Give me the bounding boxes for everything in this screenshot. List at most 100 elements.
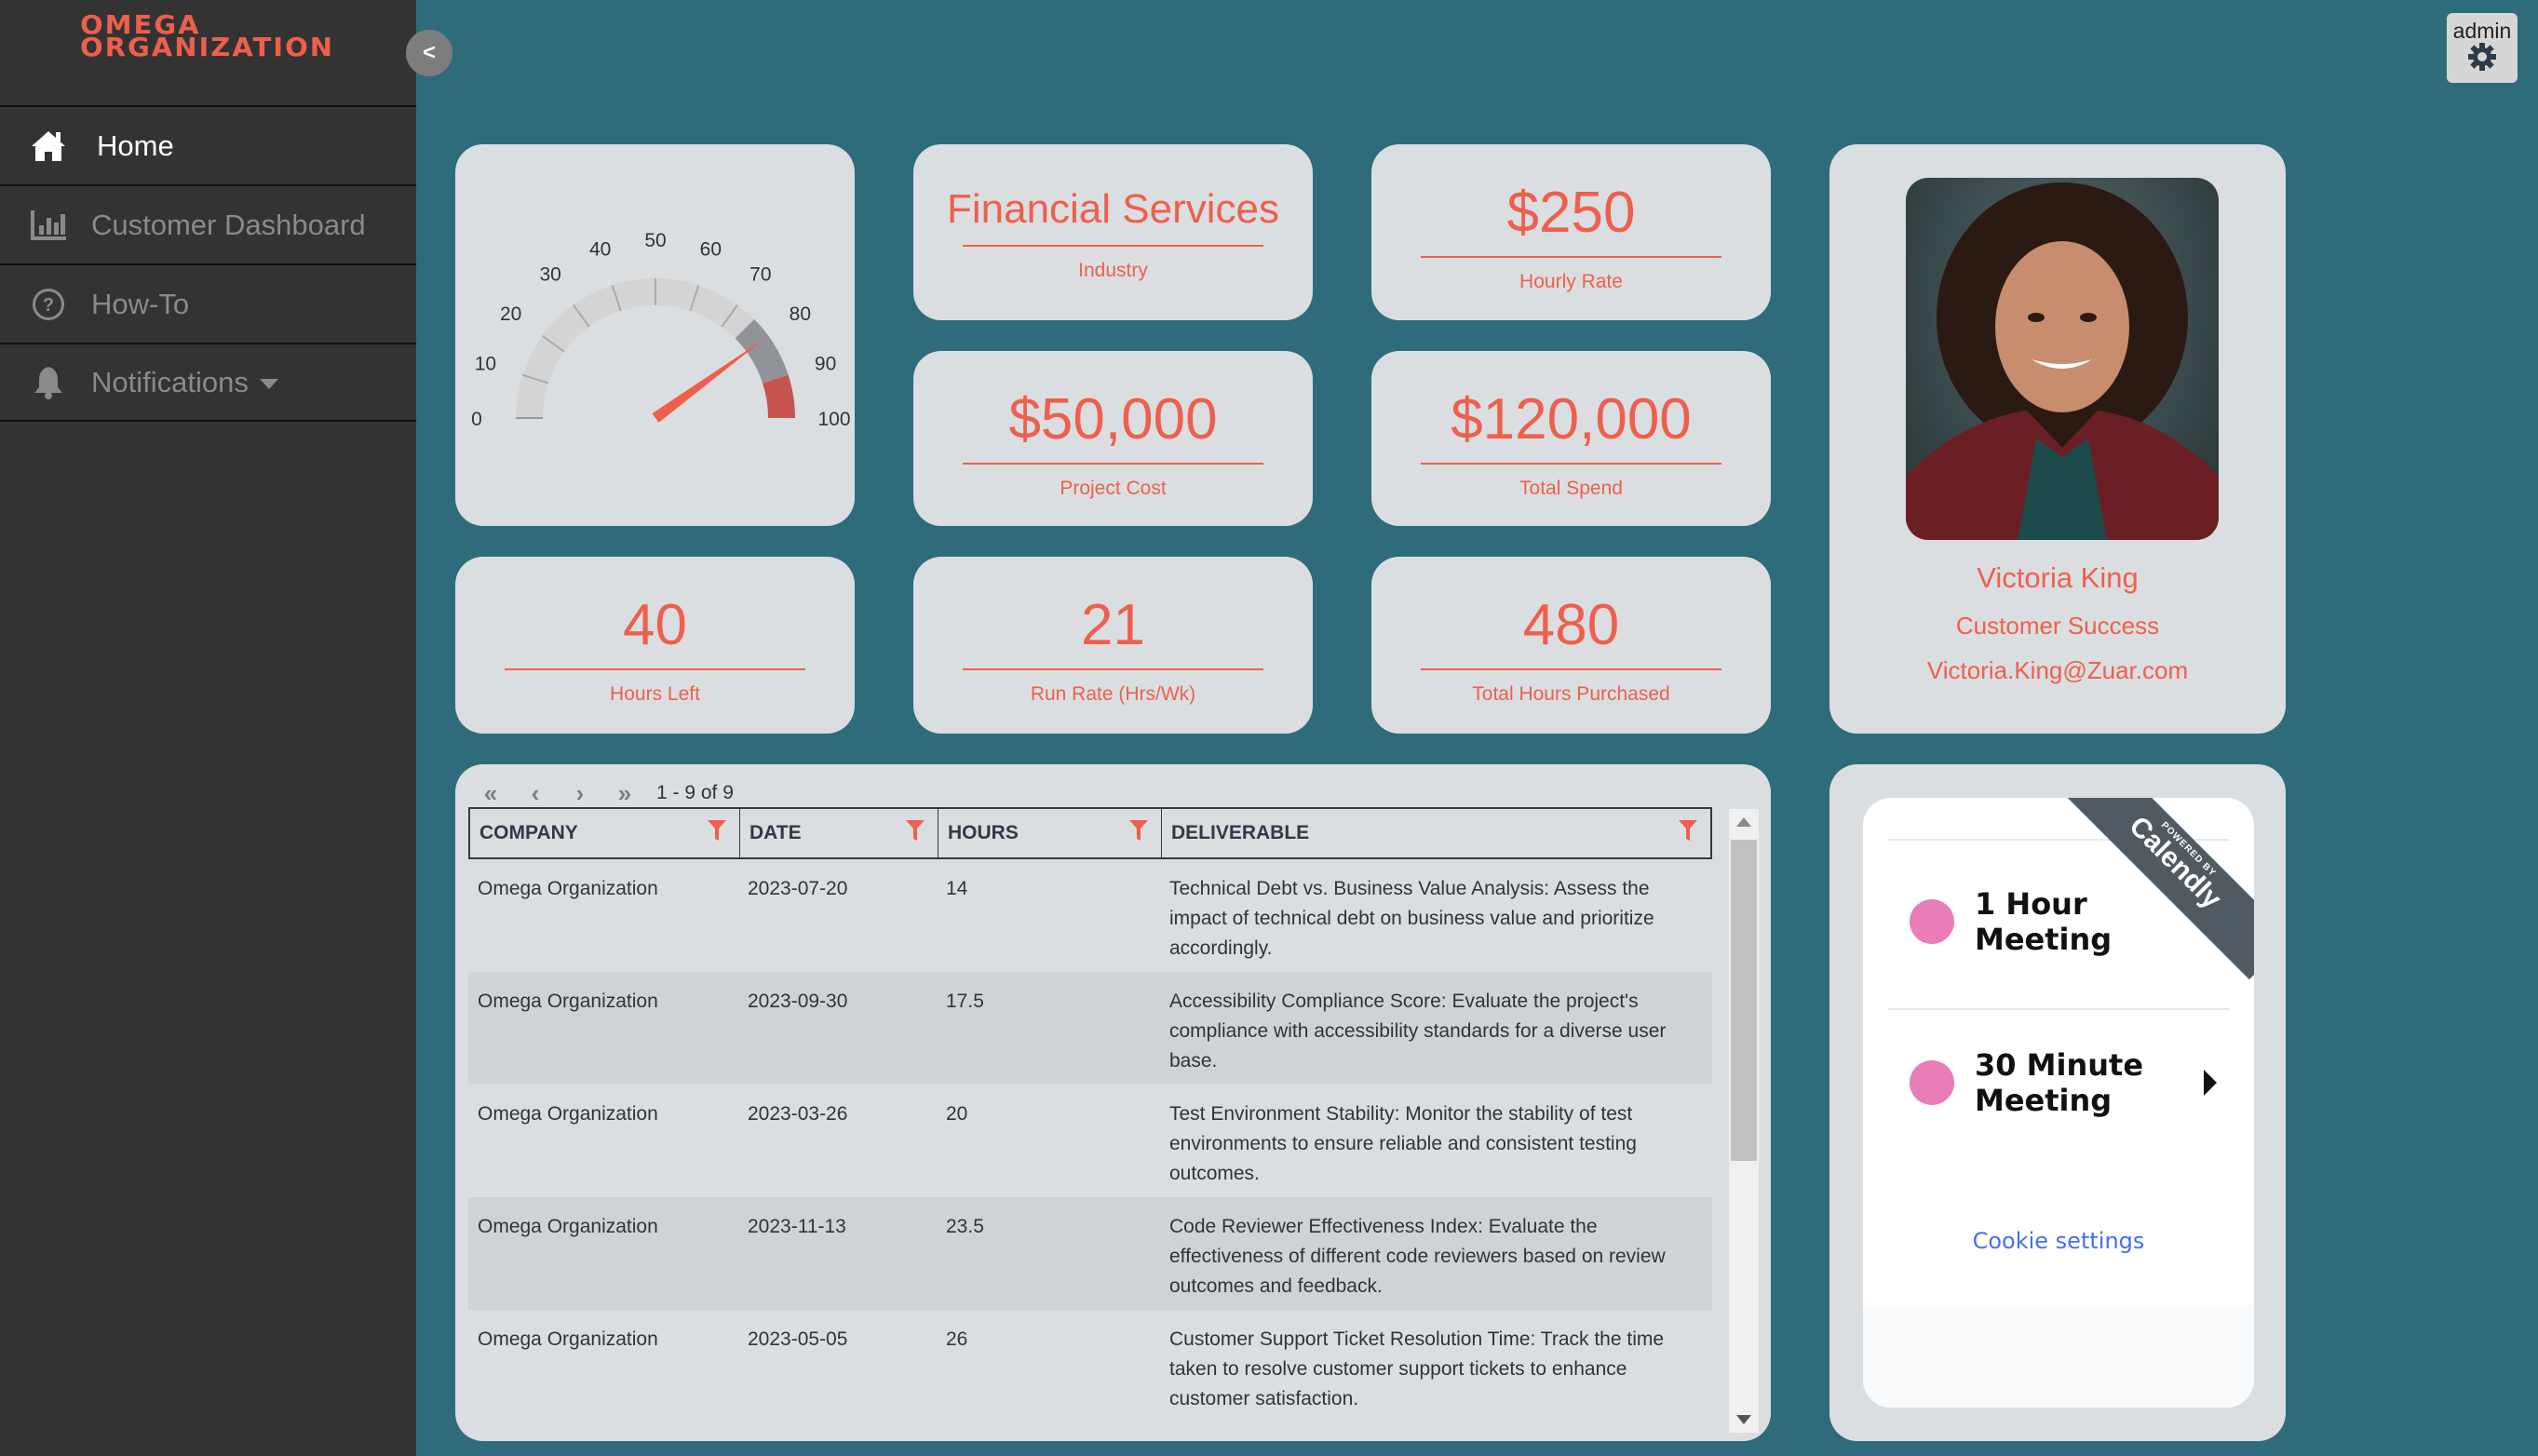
cell-company: Omega Organization <box>478 991 658 1012</box>
kpi-total-hours-card: 480 Total Hours Purchased <box>1371 557 1771 734</box>
event-label: 1 Hour Meeting <box>1975 886 2113 957</box>
profile-email[interactable]: Victoria.King@Zuar.com <box>1829 656 2286 685</box>
kpi-total-spend-caption: Total Spend <box>1519 478 1623 499</box>
cell-deliverable: Customer Support Ticket Resolution Time:… <box>1169 1328 1665 1409</box>
kpi-industry-caption: Industry <box>1078 260 1148 281</box>
cell-company: Omega Organization <box>478 878 658 899</box>
cell-deliverable: Technical Debt vs. Business Value Analys… <box>1169 878 1654 959</box>
filter-icon[interactable] <box>708 820 726 846</box>
cell-deliverable: Test Environment Stability: Monitor the … <box>1169 1103 1637 1184</box>
scroll-down-button[interactable] <box>1729 1407 1759 1433</box>
gauge-tick-label: 10 <box>475 354 496 375</box>
table-row[interactable]: Omega Organization 2023-11-13 23.5 Code … <box>468 1197 1712 1310</box>
table-row[interactable]: Omega Organization 2023-09-30 17.5 Acces… <box>468 972 1712 1085</box>
sidebar-item-how-to[interactable]: ? How-To <box>0 263 416 343</box>
column-header-company[interactable]: COMPANY <box>470 809 740 857</box>
last-page-button[interactable]: » <box>602 779 647 808</box>
kpi-run-rate-value: 21 <box>1081 593 1145 657</box>
kpi-project-cost-card: $50,000 Project Cost <box>913 351 1313 526</box>
table-row[interactable]: Omega Organization 2023-05-05 26 Custome… <box>468 1310 1712 1422</box>
profile-name: Victoria King <box>1977 561 2139 594</box>
admin-label: admin <box>2452 19 2512 43</box>
column-header-deliverable[interactable]: DELIVERABLE <box>1162 809 1710 857</box>
kpi-total-spend-value: $120,000 <box>1451 387 1692 452</box>
kpi-run-rate-caption: Run Rate (Hrs/Wk) <box>1030 683 1196 705</box>
event-color-dot <box>1910 1060 1954 1105</box>
filter-icon[interactable] <box>906 820 925 846</box>
sidebar-item-notifications[interactable]: Notifications <box>0 343 416 422</box>
table-scrollbar[interactable] <box>1729 809 1759 1433</box>
deliverables-table-card: « ‹ › » 1 - 9 of 9 COMPANY DATE HOURS DE… <box>455 764 1771 1441</box>
sidebar-item-home[interactable]: Home <box>0 105 416 184</box>
gauge-tick-label: 90 <box>815 354 836 375</box>
gauge-tick-label: 60 <box>700 238 722 260</box>
cell-deliverable: Accessibility Compliance Score: Evaluate… <box>1169 991 1667 1072</box>
kpi-hourly-rate-caption: Hourly Rate <box>1519 271 1623 292</box>
scrollbar-thumb[interactable] <box>1731 840 1757 1161</box>
kpi-industry-card: Financial Services Industry <box>913 144 1313 320</box>
filter-icon[interactable] <box>1129 820 1148 846</box>
chevron-down-icon <box>259 378 278 389</box>
kpi-total-hours-caption: Total Hours Purchased <box>1472 683 1670 705</box>
admin-settings-button[interactable]: admin <box>2447 13 2518 83</box>
cell-date: 2023-03-26 <box>748 1103 848 1125</box>
sidebar-item-label: Home <box>97 128 174 162</box>
kpi-hours-left-value: 40 <box>623 593 687 657</box>
next-page-button[interactable]: › <box>558 779 602 808</box>
kpi-hourly-rate-value: $250 <box>1506 181 1636 245</box>
home-icon <box>30 129 67 163</box>
profile-card: Victoria King Customer Success Victoria.… <box>1829 144 2286 734</box>
column-label: HOURS <box>948 822 1019 843</box>
sidebar-collapse-button[interactable]: < <box>406 30 452 76</box>
divider <box>1888 1008 2229 1010</box>
kpi-total-hours-value: 480 <box>1522 593 1620 657</box>
svg-text:?: ? <box>43 295 54 316</box>
gauge-tick-label: 30 <box>539 264 560 286</box>
sidebar-item-label: How-To <box>91 287 190 320</box>
gauge-card: 0 10 20 30 40 50 60 70 80 90 100 <box>455 144 855 526</box>
divider <box>1421 668 1721 670</box>
filter-icon[interactable] <box>1679 820 1697 846</box>
cell-company: Omega Organization <box>478 1103 658 1125</box>
scroll-up-button[interactable] <box>1729 809 1759 835</box>
cell-deliverable: Code Reviewer Effectiveness Index: Evalu… <box>1169 1216 1666 1297</box>
divider <box>1421 463 1721 465</box>
kpi-project-cost-caption: Project Cost <box>1060 478 1167 499</box>
table-header: COMPANY DATE HOURS DELIVERABLE <box>468 807 1712 859</box>
divider <box>963 245 1263 247</box>
prev-page-button[interactable]: ‹ <box>513 779 558 808</box>
sidebar-item-customer-dashboard[interactable]: Customer Dashboard <box>0 184 416 263</box>
page-range: 1 - 9 of 9 <box>656 782 734 803</box>
column-header-hours[interactable]: HOURS <box>938 809 1162 857</box>
gauge-tick-label: 20 <box>500 303 521 325</box>
gauge-tick-label: 50 <box>644 230 666 251</box>
table-row[interactable]: Omega Organization 2023-07-20 14 Technic… <box>468 859 1712 972</box>
event-label: 30 Minute Meeting <box>1975 1047 2144 1118</box>
column-header-date[interactable]: DATE <box>740 809 938 857</box>
divider <box>963 668 1263 670</box>
kpi-hours-left-caption: Hours Left <box>610 683 700 705</box>
gauge-chart: 0 10 20 30 40 50 60 70 80 90 100 <box>471 230 850 430</box>
logo[interactable]: OMEGA ORGANIZATION <box>80 12 341 62</box>
gauge-tick-label: 0 <box>471 409 482 430</box>
caret-down-icon <box>1736 1415 1751 1424</box>
sidebar-nav: Home Customer Dashboard ? How-To Notific… <box>0 105 416 422</box>
deliverables-grid: COMPANY DATE HOURS DELIVERABLE Omega Org… <box>468 807 1712 1431</box>
kpi-project-cost-value: $50,000 <box>1008 387 1218 452</box>
column-label: COMPANY <box>479 822 578 843</box>
gauge-tick-label: 80 <box>790 303 811 325</box>
kpi-hours-left-card: 40 Hours Left <box>455 557 855 734</box>
gauge-tick-label: 40 <box>589 238 611 260</box>
question-circle-icon: ? <box>30 288 67 321</box>
pager: « ‹ › » 1 - 9 of 9 <box>468 777 734 809</box>
gauge-tick-label: 100 <box>817 409 850 430</box>
kpi-industry-value: Financial Services <box>946 186 1280 232</box>
event-type-30-minute[interactable]: 30 Minute Meeting <box>1910 1047 2217 1118</box>
cookie-settings-link[interactable]: Cookie settings <box>1863 1228 2254 1254</box>
gear-icon <box>2467 42 2497 76</box>
column-label: DELIVERABLE <box>1171 822 1310 843</box>
logo-line-2: ORGANIZATION <box>80 32 335 62</box>
table-row[interactable]: Omega Organization 2023-03-26 20 Test En… <box>468 1085 1712 1197</box>
gauge-band-0 <box>516 278 755 418</box>
first-page-button[interactable]: « <box>468 779 513 808</box>
